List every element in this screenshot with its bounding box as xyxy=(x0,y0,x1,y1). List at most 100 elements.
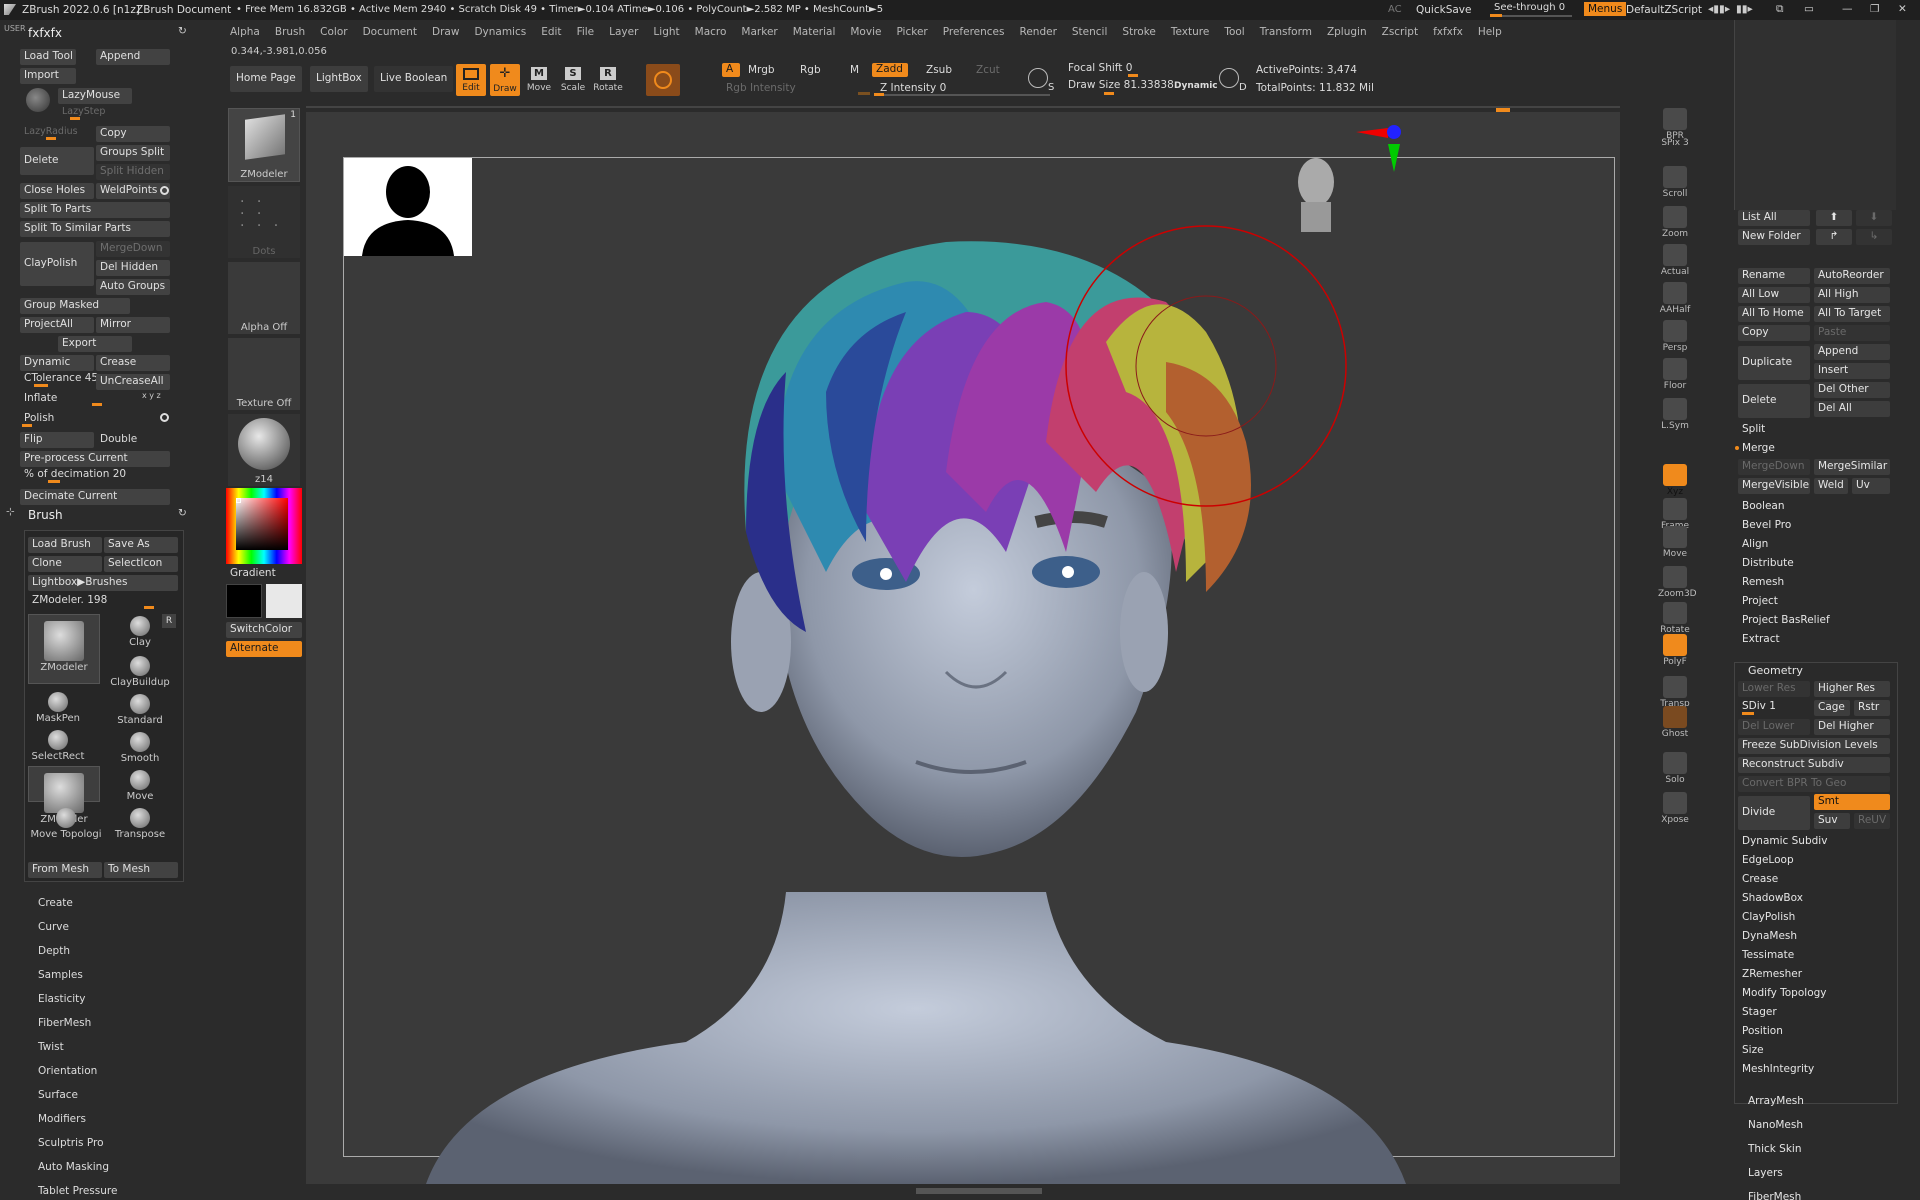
brush-claybuildup[interactable]: ClayBuildup xyxy=(110,654,170,692)
move-down-icon[interactable]: ⬇ xyxy=(1856,210,1892,226)
ctolerance-slider[interactable]: CTolerance 45 xyxy=(24,372,98,384)
brush-panel-pin-icon[interactable]: ⊹ xyxy=(6,506,15,518)
rstr-button[interactable]: Rstr xyxy=(1854,700,1890,716)
menu-light[interactable]: Light xyxy=(653,26,679,38)
menu-texture[interactable]: Texture xyxy=(1171,26,1209,38)
section-fibermesh[interactable]: FiberMesh xyxy=(38,1017,91,1029)
brush-selectrect[interactable]: SelectRect xyxy=(28,728,88,766)
viewport-persp-button[interactable]: Persp xyxy=(1658,320,1692,353)
brush-refresh-icon[interactable]: ↻ xyxy=(178,507,187,519)
del-higher-button[interactable]: Del Higher xyxy=(1814,719,1890,735)
lazystep-slider[interactable]: LazyStep xyxy=(62,106,105,117)
subtool-boolean[interactable]: Boolean xyxy=(1742,500,1785,512)
del-all-button[interactable]: Del All xyxy=(1814,401,1890,417)
section-tablet-pressure[interactable]: Tablet Pressure xyxy=(38,1185,117,1197)
main-color-swatch[interactable] xyxy=(226,584,262,618)
divide-button[interactable]: Divide xyxy=(1738,796,1810,830)
menu-tool[interactable]: Tool xyxy=(1224,26,1244,38)
brush-maskpen[interactable]: MaskPen xyxy=(28,690,88,728)
viewport-solo-button[interactable]: Solo xyxy=(1658,752,1692,785)
load-brush-button[interactable]: Load Brush xyxy=(28,537,102,553)
group-masked-button[interactable]: Group Masked xyxy=(20,298,130,314)
color-picker[interactable] xyxy=(226,488,302,564)
brush-smooth[interactable]: Smooth xyxy=(110,730,170,768)
menu-layer[interactable]: Layer xyxy=(609,26,638,38)
rotate-mode-button[interactable]: R Rotate xyxy=(592,64,624,96)
move-up-icon[interactable]: ⬆ xyxy=(1816,210,1852,226)
insert-button[interactable]: Insert xyxy=(1814,363,1890,379)
viewport[interactable] xyxy=(306,106,1620,1184)
menu-document[interactable]: Document xyxy=(363,26,417,38)
save-as-button[interactable]: Save As xyxy=(104,537,178,553)
subtool-list-area[interactable] xyxy=(1734,20,1896,210)
export-button[interactable]: Export xyxy=(58,336,132,352)
window-save-icon[interactable]: ▭ xyxy=(1804,3,1814,15)
close-holes-button[interactable]: Close Holes xyxy=(20,183,94,199)
all-high-button[interactable]: All High xyxy=(1814,287,1890,303)
geometry-claypolish[interactable]: ClayPolish xyxy=(1742,911,1795,923)
brush-transpose[interactable]: Transpose xyxy=(110,806,170,842)
restore-icon[interactable]: ❐ xyxy=(1870,3,1879,15)
geometry-shadowbox[interactable]: ShadowBox xyxy=(1742,892,1803,904)
uncreaseall-button[interactable]: UnCreaseAll xyxy=(96,374,170,390)
decimate-button[interactable]: Decimate Current xyxy=(20,489,170,505)
list-all-button[interactable]: List All xyxy=(1738,210,1810,226)
crease-button[interactable]: Crease xyxy=(96,355,170,371)
new-folder-button[interactable]: New Folder xyxy=(1738,229,1810,245)
layout-arrows-icon[interactable]: ◂▮▮▸ xyxy=(1708,3,1730,15)
menu-stroke[interactable]: Stroke xyxy=(1122,26,1155,38)
reconstruct-subdiv-button[interactable]: Reconstruct Subdiv xyxy=(1738,757,1890,773)
stroke-s-icon[interactable] xyxy=(1028,68,1048,88)
brush-move-topologi[interactable]: Move Topologi xyxy=(28,806,104,842)
del-other-button[interactable]: Del Other xyxy=(1814,382,1890,398)
zmodeler-size-slider[interactable]: ZModeler. 198 xyxy=(32,594,107,606)
convert-bpr-button[interactable]: Convert BPR To Geo xyxy=(1738,776,1890,792)
selecticon-button[interactable]: SelectIcon xyxy=(104,556,178,572)
split-section[interactable]: Split xyxy=(1742,423,1765,435)
subtool-project-basrelief[interactable]: Project BasRelief xyxy=(1742,614,1830,626)
duplicate-button[interactable]: Duplicate xyxy=(1738,346,1810,380)
section-modifiers[interactable]: Modifiers xyxy=(38,1113,86,1125)
lightbox-brushes-button[interactable]: Lightbox▶Brushes xyxy=(28,575,178,591)
from-mesh-button[interactable]: From Mesh xyxy=(28,862,102,878)
sdiv-slider[interactable]: SDiv 1 xyxy=(1742,700,1776,712)
material-thumb[interactable]: z14 xyxy=(228,414,300,486)
rgb-button[interactable]: Rgb xyxy=(800,64,821,76)
see-through-track[interactable] xyxy=(1490,15,1572,17)
brush-standard[interactable]: Standard xyxy=(110,692,170,730)
viewport-ghost-button[interactable]: Ghost xyxy=(1658,706,1692,739)
subtool-extract[interactable]: Extract xyxy=(1742,633,1780,645)
double-button[interactable]: Double xyxy=(100,433,137,445)
section-sculptris-pro[interactable]: Sculptris Pro xyxy=(38,1137,104,1149)
geometry-stager[interactable]: Stager xyxy=(1742,1006,1777,1018)
folder-action-2-icon[interactable]: ↳ xyxy=(1856,229,1892,245)
viewport-l-sym-button[interactable]: L.Sym xyxy=(1658,398,1692,431)
viewport-zoom-button[interactable]: Zoom xyxy=(1658,206,1692,239)
tool-arraymesh[interactable]: ArrayMesh xyxy=(1748,1095,1804,1107)
reuv-toggle[interactable]: ReUV xyxy=(1854,813,1890,829)
section-orientation[interactable]: Orientation xyxy=(38,1065,97,1077)
menu-macro[interactable]: Macro xyxy=(695,26,727,38)
menu-draw[interactable]: Draw xyxy=(432,26,459,38)
brush-zmodeler[interactable]: ZModeler xyxy=(28,766,100,825)
focal-shift-slider[interactable]: Focal Shift 0 xyxy=(1068,62,1132,74)
lazymouse-button[interactable]: LazyMouse xyxy=(58,88,132,104)
secondary-color-swatch[interactable] xyxy=(266,584,302,618)
menu-render[interactable]: Render xyxy=(1020,26,1057,38)
zmodeler-tool-thumb[interactable]: 1 ZModeler xyxy=(228,108,300,182)
menu-material[interactable]: Material xyxy=(793,26,836,38)
see-through-slider[interactable]: See-through 0 xyxy=(1494,2,1565,13)
switchcolor-button[interactable]: SwitchColor xyxy=(226,622,302,638)
z-intensity-slider[interactable]: Z Intensity 0 xyxy=(880,82,946,94)
geometry-dynamic-subdiv[interactable]: Dynamic Subdiv xyxy=(1742,835,1827,847)
inflate-slider[interactable]: Inflate xyxy=(24,392,57,404)
weldpoints-toggle-icon[interactable] xyxy=(160,186,169,195)
weldpoints-button[interactable]: WeldPoints xyxy=(96,183,170,199)
section-curve[interactable]: Curve xyxy=(38,921,69,933)
dynamic-toggle[interactable]: Dynamic xyxy=(1174,81,1218,91)
copy-button[interactable]: Copy xyxy=(96,126,170,142)
to-mesh-button[interactable]: To Mesh xyxy=(104,862,178,878)
menu-movie[interactable]: Movie xyxy=(850,26,881,38)
del-hidden-button[interactable]: Del Hidden xyxy=(96,260,170,276)
menu-color[interactable]: Color xyxy=(320,26,347,38)
